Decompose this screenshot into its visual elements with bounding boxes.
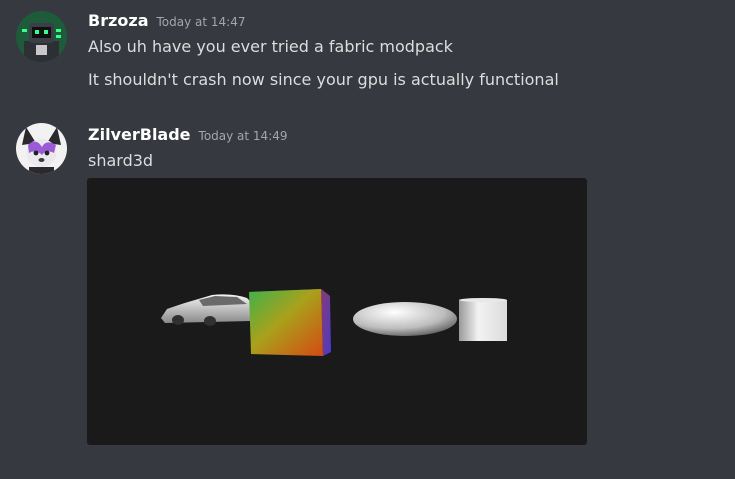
message-text: Also uh have you ever tried a fabric mod… <box>88 37 453 56</box>
car-model <box>161 294 254 326</box>
message-text: shard3d <box>88 151 154 170</box>
username[interactable]: Brzoza <box>88 11 149 30</box>
ellipsoid <box>353 302 457 336</box>
chat-area: Brzoza Today at 14:47 Also uh have you ev… <box>0 0 735 479</box>
avatar[interactable] <box>16 123 67 174</box>
message-text: It shouldn't crash now since your gpu is… <box>88 70 559 89</box>
username[interactable]: ZilverBlade <box>88 125 191 144</box>
image-attachment[interactable] <box>87 178 587 445</box>
timestamp: Today at 14:47 <box>156 15 246 29</box>
cylinder <box>459 298 507 341</box>
timestamp: Today at 14:49 <box>198 129 288 143</box>
avatar[interactable] <box>16 11 67 62</box>
rainbow-cube <box>249 289 331 356</box>
